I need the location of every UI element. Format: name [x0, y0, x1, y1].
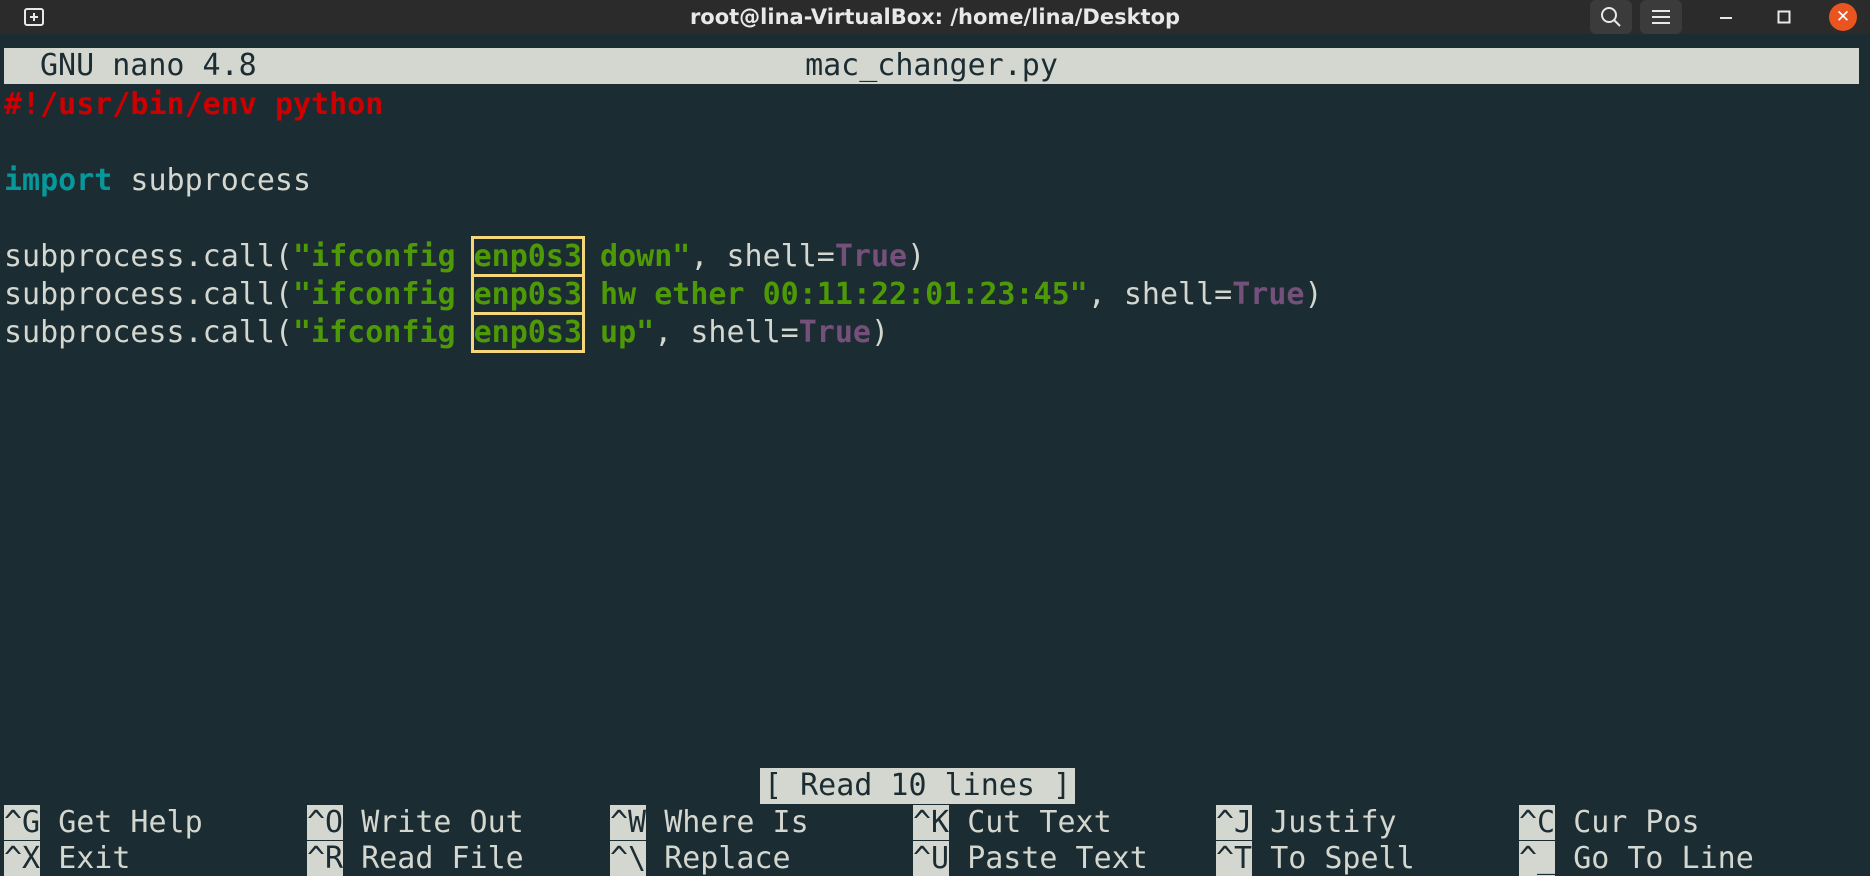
code-line: #!/usr/bin/env python [4, 86, 1323, 124]
import-keyword: import [4, 163, 113, 198]
call-suffix: ) [1304, 277, 1323, 312]
shortcut-label: Go To Line [1573, 841, 1754, 876]
code-line: subprocess.call("ifconfig enp0s3 up", sh… [4, 312, 1323, 353]
code-line: import subprocess [4, 162, 1323, 200]
interface-highlight: enp0s3 [470, 236, 585, 277]
status-message: [ Read 10 lines ] [760, 768, 1076, 804]
string-part: hw ether 00:11:22:01:23:45" [600, 277, 1088, 312]
code-editor[interactable]: #!/usr/bin/env python import subprocess … [4, 86, 1323, 353]
shortcut-key: ^R [307, 841, 344, 876]
string-part: up" [600, 315, 655, 350]
shortcut-key: ^U [913, 841, 950, 876]
minimize-icon [1720, 17, 1732, 19]
terminal-area[interactable]: GNU nano 4.8 mac_changer.py #!/usr/bin/e… [0, 34, 1870, 876]
code-line: subprocess.call("ifconfig enp0s3 down", … [4, 236, 1323, 277]
call-prefix: subprocess.call( [4, 277, 293, 312]
shortcut-key: ^\ [610, 841, 647, 876]
shortcut-key: ^W [610, 805, 647, 840]
interface-highlight: enp0s3 [470, 312, 585, 353]
shortcut-label: Replace [664, 841, 791, 876]
shortcut-label: Cur Pos [1573, 805, 1700, 840]
shortcut-to-spell[interactable]: ^T To Spell [1216, 841, 1415, 876]
shortcut-cur-pos[interactable]: ^C Cur Pos [1519, 805, 1700, 840]
bool-value: True [1232, 277, 1305, 312]
shortcut-label: Where Is [664, 805, 809, 840]
import-module: subprocess [112, 163, 312, 198]
close-button[interactable]: ✕ [1828, 0, 1858, 34]
shortcut-key: ^X [4, 841, 41, 876]
file-name: mac_changer.py [805, 48, 1058, 83]
interface-highlight: enp0s3 [470, 274, 585, 315]
hamburger-menu-icon [1652, 10, 1670, 24]
shortcut-write-out[interactable]: ^O Write Out [307, 805, 524, 840]
code-line: subprocess.call("ifconfig enp0s3 hw ethe… [4, 274, 1323, 315]
shortcut-label: Cut Text [967, 805, 1112, 840]
shortcut-where-is[interactable]: ^W Where Is [610, 805, 809, 840]
shortcut-label: Paste Text [967, 841, 1148, 876]
string-part: down" [600, 239, 691, 274]
shortcut-paste-text[interactable]: ^U Paste Text [913, 841, 1148, 876]
maximize-icon [1777, 10, 1791, 24]
shortcut-exit[interactable]: ^X Exit [4, 841, 131, 876]
call-prefix: subprocess.call( [4, 239, 293, 274]
shortcut-key: ^_ [1519, 841, 1556, 876]
shortcut-label: Exit [58, 841, 131, 876]
shortcut-key: ^O [307, 805, 344, 840]
shortcut-bar: ^G Get Help ^X Exit ^O Write Out ^R Read… [4, 805, 1864, 876]
search-icon [1601, 7, 1621, 27]
maximize-button[interactable] [1770, 0, 1798, 34]
shortcut-cut-text[interactable]: ^K Cut Text [913, 805, 1112, 840]
shortcut-label: To Spell [1270, 841, 1415, 876]
shortcut-key: ^J [1216, 805, 1253, 840]
bool-value: True [798, 315, 871, 350]
bool-value: True [834, 239, 908, 274]
shortcut-key: ^C [1519, 805, 1556, 840]
window-titlebar: root@lina-VirtualBox: /home/lina/Desktop… [0, 0, 1870, 34]
shortcut-key: ^K [913, 805, 950, 840]
string-part: "ifconfig [292, 315, 456, 350]
string-part: "ifconfig [292, 239, 456, 274]
shortcut-replace[interactable]: ^\ Replace [610, 841, 791, 876]
shortcut-key: ^G [4, 805, 41, 840]
shortcut-label: Justify [1270, 805, 1397, 840]
shortcut-label: Write Out [361, 805, 524, 840]
call-suffix: ) [870, 315, 890, 350]
minimize-button[interactable] [1712, 0, 1740, 34]
shortcut-get-help[interactable]: ^G Get Help [4, 805, 203, 840]
call-args: , shell= [654, 315, 799, 350]
close-icon: ✕ [1829, 3, 1857, 31]
call-prefix: subprocess.call( [4, 315, 293, 350]
shortcut-label: Read File [361, 841, 524, 876]
shortcut-justify[interactable]: ^J Justify [1216, 805, 1397, 840]
shortcut-go-to-line[interactable]: ^_ Go To Line [1519, 841, 1754, 876]
shortcut-read-file[interactable]: ^R Read File [307, 841, 524, 876]
search-button[interactable] [1590, 0, 1632, 34]
call-args: , shell= [1087, 277, 1233, 312]
call-suffix: ) [907, 239, 926, 274]
nano-header-bar: GNU nano 4.8 mac_changer.py [4, 48, 1859, 84]
string-part: "ifconfig [292, 277, 456, 312]
shortcut-label: Get Help [58, 805, 203, 840]
shortcut-key: ^T [1216, 841, 1253, 876]
call-args: , shell= [690, 239, 835, 274]
shebang-text: #!/usr/bin/env python [4, 87, 384, 122]
menu-button[interactable] [1640, 0, 1682, 34]
